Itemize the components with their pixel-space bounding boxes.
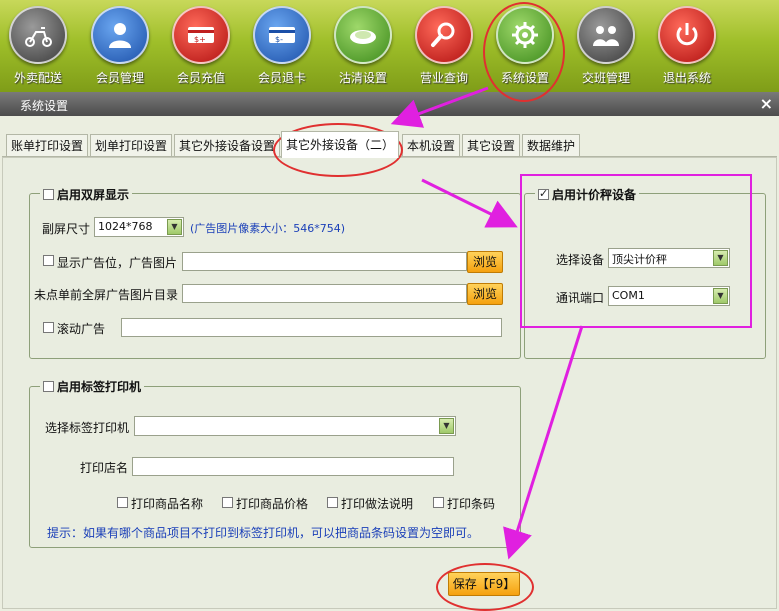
label-printer-legend-text: 启用标签打印机 [57, 380, 142, 394]
member-icon [91, 6, 149, 64]
dialog-titlebar: 系统设置 × [0, 92, 779, 116]
main-toolbar: 外卖配送 会员管理 $+ 会员充值 $- 会员退卡 沽清设置 营业查询 系统设置 [0, 0, 779, 92]
magnifier-icon [415, 6, 473, 64]
toolbar-refund[interactable]: $- 会员退卡 [242, 4, 322, 90]
tab-external-devices[interactable]: 其它外接设备设置 [174, 134, 281, 157]
toolbar-label: 会员管理 [95, 71, 144, 85]
shop-name-label: 打印店名 [80, 461, 129, 475]
ad-size-hint: (广告图片像素大小：546*754) [190, 222, 346, 235]
toolbar-label: 退出系统 [662, 71, 711, 85]
label-printer-legend[interactable]: 启用标签打印机 [40, 378, 145, 395]
save-button[interactable]: 保存【F9】 [448, 572, 520, 596]
printer-select-label: 选择标签打印机 [45, 421, 130, 435]
toolbar-soldout[interactable]: 沽清设置 [323, 4, 403, 90]
port-select[interactable]: COM1 ▼ [608, 286, 730, 306]
screen-size-select[interactable]: 1024*768 ▼ [94, 217, 184, 237]
toolbar-label: 交班管理 [581, 71, 630, 85]
show-ad-label: 显示广告位，广告图片 [57, 256, 178, 270]
chevron-down-icon[interactable]: ▼ [713, 288, 728, 304]
toolbar-shift[interactable]: 交班管理 [566, 4, 646, 90]
label-printer-checkbox[interactable] [43, 381, 54, 392]
print-barcode-checkbox[interactable] [433, 497, 444, 508]
scroll-ad-checkbox[interactable] [43, 322, 54, 333]
toolbar-system-settings[interactable]: 系统设置 [485, 4, 565, 90]
show-ad-checkbox[interactable] [43, 255, 54, 266]
card-recharge-icon: $+ [172, 6, 230, 64]
svg-text:$-: $- [275, 35, 283, 44]
tab-bill-print[interactable]: 账单打印设置 [6, 134, 89, 157]
dialog-title: 系统设置 [20, 99, 69, 113]
ad-image-input[interactable] [182, 252, 467, 271]
scooter-icon [9, 6, 67, 64]
toolbar-label: 会员充值 [176, 71, 225, 85]
chevron-down-icon[interactable]: ▼ [713, 250, 728, 266]
tab-external-devices-2[interactable]: 其它外接设备（二） [281, 131, 400, 158]
device-select[interactable]: 顶尖计价秤 ▼ [608, 248, 730, 268]
browse-button[interactable]: 浏览 [467, 251, 503, 273]
toolbar-recharge[interactable]: $+ 会员充值 [161, 4, 241, 90]
browse-button-2[interactable]: 浏览 [467, 283, 503, 305]
toolbar-delivery[interactable]: 外卖配送 [0, 4, 78, 90]
screen-size-label: 副屏尺寸 [42, 222, 91, 236]
print-price-checkbox[interactable] [222, 497, 233, 508]
port-label: 通讯端口 [556, 291, 605, 305]
shop-name-input[interactable] [132, 457, 454, 476]
dual-screen-checkbox[interactable] [43, 189, 54, 200]
toolbar-member[interactable]: 会员管理 [80, 4, 160, 90]
device-value: 顶尖计价秤 [612, 253, 667, 266]
tab-order-print[interactable]: 划单打印设置 [90, 134, 173, 157]
tab-local-settings[interactable]: 本机设置 [402, 134, 461, 157]
printer-select[interactable]: ▼ [134, 416, 456, 436]
tab-other-settings[interactable]: 其它设置 [462, 134, 521, 157]
chevron-down-icon[interactable]: ▼ [167, 219, 182, 235]
device-label: 选择设备 [556, 253, 605, 267]
scale-group [524, 193, 766, 359]
toolbar-label: 沽清设置 [338, 71, 387, 85]
gear-icon [496, 6, 554, 64]
scale-checkbox[interactable] [538, 187, 549, 200]
fullscreen-dir-input[interactable] [182, 284, 467, 303]
scale-legend[interactable]: 启用计价秤设备 [535, 186, 640, 203]
toolbar-exit[interactable]: 退出系统 [647, 4, 727, 90]
print-method-label: 打印做法说明 [341, 497, 414, 511]
toolbar-label: 营业查询 [419, 71, 468, 85]
toolbar-label: 会员退卡 [257, 71, 306, 85]
tab-data-maintenance[interactable]: 数据维护 [522, 134, 581, 157]
scroll-ad-input[interactable] [121, 318, 502, 337]
shift-icon [577, 6, 635, 64]
scale-legend-text: 启用计价秤设备 [552, 188, 637, 202]
print-barcode-label: 打印条码 [447, 497, 496, 511]
toolbar-label: 系统设置 [500, 71, 549, 85]
close-icon[interactable]: × [760, 94, 773, 113]
print-name-label: 打印商品名称 [131, 497, 204, 511]
plate-icon [334, 6, 392, 64]
screen-size-value: 1024*768 [98, 220, 153, 233]
scroll-ad-label: 滚动广告 [57, 322, 106, 336]
chevron-down-icon[interactable]: ▼ [439, 418, 454, 434]
print-name-checkbox[interactable] [117, 497, 128, 508]
port-value: COM1 [612, 289, 645, 302]
card-refund-icon: $- [253, 6, 311, 64]
print-method-checkbox[interactable] [327, 497, 338, 508]
label-printer-hint: 提示：如果有哪个商品项目不打印到标签打印机，可以把商品条码设置为空即可。 [47, 526, 480, 540]
toolbar-query[interactable]: 营业查询 [404, 4, 484, 90]
dual-screen-legend[interactable]: 启用双屏显示 [40, 186, 133, 203]
toolbar-label: 外卖配送 [13, 71, 62, 85]
dual-screen-legend-text: 启用双屏显示 [57, 188, 130, 202]
fullscreen-dir-label: 未点单前全屏广告图片目录 [34, 288, 179, 302]
power-icon [658, 6, 716, 64]
svg-text:$+: $+ [194, 35, 206, 44]
print-price-label: 打印商品价格 [236, 497, 309, 511]
